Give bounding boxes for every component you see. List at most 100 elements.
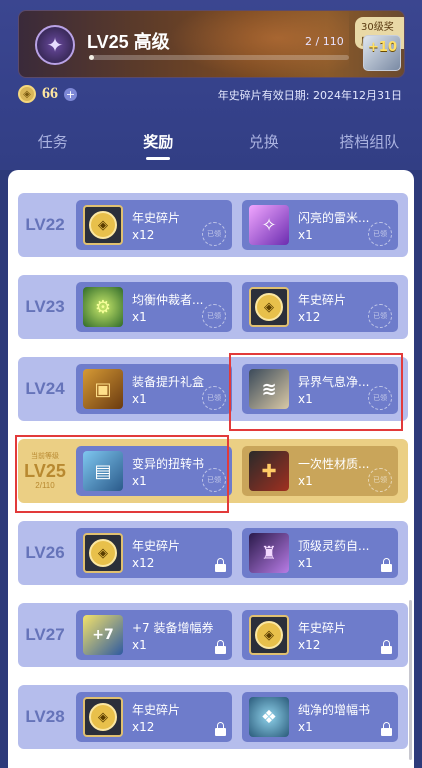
row-level-label: LV26 — [25, 543, 65, 562]
reward-card[interactable]: ◈ 年史碎片 x12 — [242, 610, 398, 660]
current-level-progress: 2/110 — [35, 480, 55, 490]
chronicle-shard-icon: ◈ — [83, 697, 123, 737]
item-quantity: x1 — [298, 474, 313, 488]
reward-row-lv28: LV28 ◈ 年史碎片 x12 ❖ 纯净的增幅书 x1 — [18, 685, 408, 749]
row-level-label: LV22 — [25, 215, 65, 234]
tab-tasks[interactable]: 任务 — [0, 128, 106, 160]
reward-card[interactable]: +7 +7 装备增幅券 x1 — [76, 610, 232, 660]
shining-remy-icon: ✧ — [249, 205, 289, 245]
reward-card[interactable]: ✧ 闪亮的雷米... x1 已领 — [242, 200, 398, 250]
chronicle-shard-icon: ◈ — [83, 533, 123, 573]
current-level-value: LV25 — [24, 460, 66, 481]
lock-icon — [381, 558, 392, 573]
reward-box-label: +10 — [368, 40, 397, 55]
reward-card[interactable]: ⚙ 均衡仲裁者... x1 已领 — [76, 282, 232, 332]
row-level-label: 当前等级 LV25 2/110 — [22, 439, 68, 503]
claimed-stamp-icon: 已领 — [202, 222, 226, 246]
coin-count: 66 — [42, 85, 58, 102]
reward-row-lv27: LV27 +7 +7 装备增幅券 x1 ◈ 年史碎片 x12 — [18, 603, 408, 667]
item-quantity: x12 — [132, 228, 155, 242]
item-name: 顶级灵药自... — [298, 539, 370, 553]
item-quantity: x1 — [132, 392, 147, 406]
add-coin-button[interactable]: + — [64, 87, 77, 101]
pure-amplify-book-icon: ❖ — [249, 697, 289, 737]
reward-card[interactable]: ◈ 年史碎片 x12 — [76, 528, 232, 578]
row-level-label: LV27 — [25, 625, 65, 644]
item-quantity: x1 — [132, 474, 147, 488]
lock-icon — [215, 640, 226, 655]
reward-row-lv25: 当前等级 LV25 2/110 ▤ 变异的扭转书 x1 已领 ✚ 一次性材质..… — [18, 439, 408, 503]
book-icon: ▤ — [83, 451, 123, 491]
row-level-label: LV23 — [25, 297, 65, 316]
chronicle-coin-icon: ◈ — [18, 85, 36, 103]
tab-exchange[interactable]: 兑换 — [211, 128, 317, 160]
row-level-label: LV24 — [25, 379, 65, 398]
shard-expiry-date: 年史碎片有效日期: 2024年12月31日 — [217, 89, 402, 102]
level-banner[interactable]: ✦ LV25 高级 2 / 110 30级奖励 +10 — [18, 10, 405, 78]
reward-row-lv24: LV24 ▣ 装备提升礼盒 x1 已领 ≋ 异界气息净... x1 已领 — [18, 357, 408, 421]
reward-row-lv22: LV22 ◈ 年史碎片 x12 已领 ✧ 闪亮的雷米... x1 已领 — [18, 193, 408, 257]
reward-card[interactable]: ♜ 顶级灵药自... x1 — [242, 528, 398, 578]
reward-card[interactable]: ◈ 年史碎片 x12 已领 — [76, 200, 232, 250]
claimed-stamp-icon: 已领 — [202, 304, 226, 328]
balance-arbiter-icon: ⚙ — [83, 287, 123, 327]
lock-icon — [215, 722, 226, 737]
chronicle-shard-icon: ◈ — [249, 287, 289, 327]
claimed-stamp-icon: 已领 — [368, 468, 392, 492]
reward-card[interactable]: ▤ 变异的扭转书 x1 已领 — [76, 446, 232, 496]
claimed-stamp-icon: 已领 — [368, 304, 392, 328]
claimed-stamp-icon: 已领 — [202, 386, 226, 410]
claimed-stamp-icon: 已领 — [368, 386, 392, 410]
current-level-tag: 当前等级 — [31, 452, 59, 460]
reward-card[interactable]: ✚ 一次性材质... x1 已领 — [242, 446, 398, 496]
reward-card[interactable]: ◈ 年史碎片 x12 已领 — [242, 282, 398, 332]
item-quantity: x1 — [298, 392, 313, 406]
tools-icon: ✚ — [249, 451, 289, 491]
item-quantity: x1 — [132, 310, 147, 324]
item-quantity: x12 — [132, 556, 155, 570]
item-quantity: x12 — [298, 638, 321, 652]
gift-box-icon: ▣ — [83, 369, 123, 409]
scrollbar[interactable] — [409, 600, 412, 760]
item-name: 年史碎片 — [132, 539, 181, 553]
level-progress-fill — [89, 55, 95, 60]
coin-balance: ◈ 66 + — [18, 85, 77, 103]
lock-icon — [381, 640, 392, 655]
item-quantity: x1 — [298, 720, 313, 734]
lock-icon — [215, 558, 226, 573]
potion-icon: ♜ — [249, 533, 289, 573]
claimed-stamp-icon: 已领 — [368, 222, 392, 246]
level-30-reward-icon[interactable]: +10 — [363, 35, 401, 71]
claimed-stamp-icon: 已领 — [202, 468, 226, 492]
tab-rewards[interactable]: 奖励 — [106, 128, 212, 160]
reward-row-lv23: LV23 ⚙ 均衡仲裁者... x1 已领 ◈ 年史碎片 x12 已领 — [18, 275, 408, 339]
level-progress-bar — [89, 55, 349, 60]
item-name: +7 装备增幅券 — [132, 621, 214, 635]
reward-card[interactable]: ◈ 年史碎片 x12 — [76, 692, 232, 742]
item-name: 纯净的增幅书 — [298, 703, 371, 717]
scroll-icon: ≋ — [249, 369, 289, 409]
header: ✦ LV25 高级 2 / 110 30级奖励 +10 ◈ 66 + 年史碎片有… — [0, 0, 422, 170]
item-quantity: x1 — [298, 556, 313, 570]
item-quantity: x1 — [132, 638, 147, 652]
item-quantity: x12 — [132, 720, 155, 734]
level-progress-text: 2 / 110 — [305, 35, 344, 48]
item-name: 年史碎片 — [132, 703, 181, 717]
item-quantity: x12 — [298, 310, 321, 324]
reward-card[interactable]: ▣ 装备提升礼盒 x1 已领 — [76, 364, 232, 414]
reward-list-panel[interactable]: LV22 ◈ 年史碎片 x12 已领 ✧ 闪亮的雷米... x1 已领 LV23… — [8, 170, 414, 768]
lock-icon — [381, 722, 392, 737]
tab-bar: 任务 奖励 兑换 搭档组队 — [0, 128, 422, 160]
level-title: LV25 高级 — [87, 32, 170, 52]
reward-row-lv26: LV26 ◈ 年史碎片 x12 ♜ 顶级灵药自... x1 — [18, 521, 408, 585]
compass-emblem-icon: ✦ — [35, 25, 75, 65]
row-level-label: LV28 — [25, 707, 65, 726]
item-quantity: x1 — [298, 228, 313, 242]
tab-partner-team[interactable]: 搭档组队 — [317, 128, 422, 160]
reward-card[interactable]: ≋ 异界气息净... x1 已领 — [242, 364, 398, 414]
item-name: 年史碎片 — [298, 621, 347, 635]
chronicle-shard-icon: ◈ — [249, 615, 289, 655]
amplify-ticket-icon: +7 — [83, 615, 123, 655]
chronicle-shard-icon: ◈ — [83, 205, 123, 245]
reward-card[interactable]: ❖ 纯净的增幅书 x1 — [242, 692, 398, 742]
